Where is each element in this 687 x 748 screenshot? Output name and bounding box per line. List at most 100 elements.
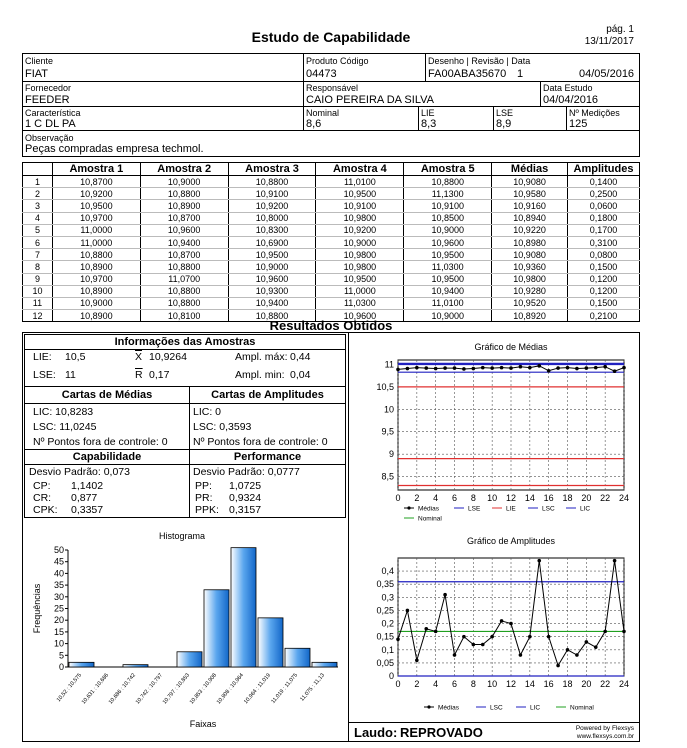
histogram-bar	[284, 647, 311, 668]
y-tick-label: 25	[54, 604, 64, 614]
table-cell: 5	[22, 224, 53, 237]
x-tick-label: 8	[471, 493, 476, 503]
table-cell: 10,9000	[139, 175, 229, 189]
powered-by: Powered by Flexsys www.flexsys.com.br	[576, 725, 634, 741]
cr-value: 0,877	[71, 492, 98, 504]
data-point	[603, 629, 607, 634]
table-cell: 3	[22, 199, 53, 213]
y-tick-label: 0,05	[376, 658, 394, 668]
table-cell: 10,9500	[315, 273, 405, 286]
table-cell: 10,9500	[315, 187, 405, 201]
rbar-value: 0,17	[149, 369, 170, 381]
y-tick-label: 10,5	[376, 382, 394, 392]
table-cell: 1	[22, 175, 53, 189]
x-tick-label: 20	[581, 679, 591, 689]
histogram-title: Histograma	[159, 531, 205, 541]
x-tick-label: 11,075 : 11,13	[299, 672, 326, 702]
data-point	[518, 653, 523, 657]
data-point	[424, 627, 429, 631]
ppk-value: 0,3157	[229, 504, 262, 516]
data-point	[405, 366, 410, 371]
y-tick-label: 50	[54, 545, 64, 555]
data-point	[471, 642, 476, 647]
lie-label: LIE	[421, 108, 435, 118]
table-cell: 10,9220	[491, 224, 568, 237]
data-point	[528, 365, 532, 370]
data-point	[405, 608, 410, 613]
info-grid: Cliente FIAT Produto Código 04473 Desenh…	[22, 53, 640, 157]
fornecedor-value: FEEDER	[25, 94, 70, 106]
medicoes-value: 125	[569, 118, 588, 130]
desenho-label: Desenho | Revisão | Data	[428, 56, 531, 66]
table-cell: 11,0100	[403, 297, 493, 311]
x-tick-label: 2	[414, 493, 419, 503]
x-tick-label: 4	[433, 493, 438, 503]
data-point	[480, 365, 485, 370]
y-tick-label: 0,4	[381, 566, 394, 576]
nominal-label: Nominal	[306, 108, 340, 118]
x-tick-label: 0	[395, 679, 400, 689]
ca-pontos: Nº Pontos fora de controle: 0	[193, 436, 328, 448]
table-cell: 10,9400	[403, 285, 493, 298]
x-tick-label: 16	[544, 493, 554, 503]
observacao-label: Observação	[25, 133, 74, 143]
cp-value: 1,1402	[71, 480, 104, 492]
data-point	[415, 365, 419, 370]
y-axis-label: Frequências	[32, 583, 42, 633]
table-cell: 10,6900	[227, 236, 317, 250]
y-tick-label: 0,35	[376, 579, 394, 589]
cliente-label: Cliente	[25, 56, 54, 66]
data-point	[612, 558, 617, 563]
legend-label: Nominal	[570, 705, 594, 712]
lie-stat-label: LIE:	[33, 351, 52, 363]
caracteristica-value: 1 C DL PA	[25, 118, 76, 130]
table-cell: 11	[22, 297, 53, 311]
table-cell: 2	[22, 187, 53, 201]
observacao-value: Peças compradas empresa techmol.	[25, 143, 204, 155]
x-tick-label: 6	[452, 493, 457, 503]
capabilidade-title: Capabilidade	[72, 451, 142, 463]
histogram-bar	[230, 547, 257, 668]
data-point	[462, 634, 466, 639]
data-point	[424, 366, 429, 370]
data-point	[575, 653, 579, 657]
y-tick-label: 40	[54, 568, 64, 578]
data-point	[622, 629, 626, 634]
x-tick-label: 10	[487, 493, 497, 503]
laudo-value: REPROVADO	[400, 725, 483, 740]
table-cell: 10,9080	[491, 175, 568, 189]
y-tick-label: 5	[59, 650, 64, 660]
table-cell: 11,1300	[403, 187, 493, 201]
table-cell: 10,8800	[227, 175, 317, 189]
table-cell: 0,1700	[567, 224, 640, 237]
legend-label: Médias	[438, 705, 460, 712]
data-point	[396, 367, 400, 372]
data-point	[622, 365, 626, 370]
table-cell: 11,0700	[139, 273, 229, 286]
data-point	[537, 558, 542, 563]
table-cell: 10,8800	[403, 175, 493, 189]
y-tick-label: 0,1	[381, 645, 394, 655]
y-tick-label: 45	[54, 557, 64, 567]
y-tick-label: 0	[389, 671, 394, 681]
cpk-label: CPK:	[33, 504, 58, 516]
histogram-bar	[68, 661, 95, 668]
data-point	[433, 366, 438, 371]
table-cell: 11,0100	[315, 175, 405, 189]
legend-label: LIE	[506, 506, 516, 513]
table-cell: 10,9500	[227, 248, 317, 262]
y-tick-label: 35	[54, 580, 64, 590]
data-point	[612, 369, 617, 374]
x-tick-label: 12	[506, 493, 516, 503]
table-cell: 0,3100	[567, 236, 640, 250]
table-cell: 8	[22, 260, 53, 274]
x-tick-label: 10,964 : 11,019	[243, 672, 272, 705]
produto-label: Produto Código	[306, 56, 369, 66]
x-tick-label: 24	[619, 679, 629, 689]
table-cell: 10,9400	[139, 236, 229, 250]
table-cell: 4	[22, 212, 53, 225]
table-cell: 0,1200	[567, 285, 640, 298]
page-number: pág. 1	[606, 24, 634, 35]
table-row: 10 10,8900 10,8800 10,9300 11,0000 10,9400 10,…	[22, 285, 640, 298]
table-cell: 10,8800	[51, 248, 141, 262]
